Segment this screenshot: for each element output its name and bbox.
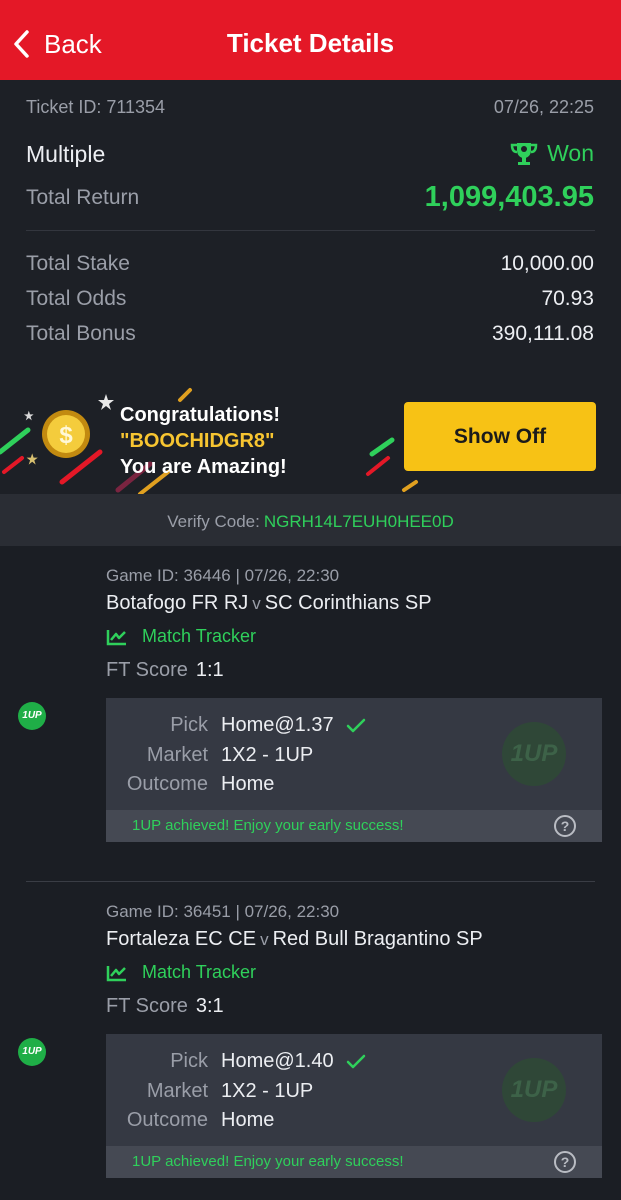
- ft-score: FT Score 1:1: [106, 659, 224, 682]
- pick-text: Home@1.40: [221, 1050, 334, 1072]
- checkmark-icon: [346, 1054, 365, 1068]
- versus-label: v: [260, 930, 269, 949]
- congrats-line1: Congratulations!: [120, 404, 280, 426]
- show-off-button[interactable]: Show Off: [404, 402, 596, 471]
- match-tracker-label: Match Tracker: [142, 962, 257, 982]
- verify-code-bar: Verify Code: NGRH14L7EUH0HEE0D: [0, 494, 621, 546]
- ft-score: FT Score 3:1: [106, 995, 224, 1018]
- status-badge: Won: [509, 140, 594, 167]
- total-odds-value: 70.93: [541, 287, 594, 310]
- total-bonus-label: Total Bonus: [26, 322, 136, 345]
- pick-details: 1UP Pick Home@1.40 Market 1X2 - 1UP Outc…: [106, 1034, 602, 1178]
- chart-line-icon: [106, 629, 126, 645]
- market-label: Market: [146, 744, 208, 766]
- trophy-icon: [510, 142, 538, 165]
- pick-details: 1UP Pick Home@1.37 Market 1X2 - 1UP Outc…: [106, 698, 602, 842]
- outcome-label: Outcome: [126, 773, 208, 795]
- 1up-watermark-icon: 1UP: [502, 1058, 566, 1122]
- status-text: Won: [547, 140, 594, 166]
- total-return-value: 1,099,403.95: [424, 181, 594, 213]
- congrats-username: "BOOCHIDGR8": [120, 430, 275, 452]
- checkmark-icon: [346, 718, 365, 732]
- away-team: Red Bull Bragantino SP: [272, 928, 483, 950]
- divider: [26, 230, 595, 231]
- pick-value: Home@1.40: [221, 1050, 366, 1073]
- bet-item: Game ID: 36446 | 07/26, 22:30 Botafogo F…: [0, 546, 621, 882]
- ticket-datetime: 07/26, 22:25: [493, 97, 594, 117]
- help-icon[interactable]: ?: [554, 1151, 576, 1173]
- chart-line-icon: [106, 965, 126, 981]
- away-team: SC Corinthians SP: [264, 592, 432, 614]
- pick-footer: 1UP achieved! Enjoy your early success! …: [106, 1146, 602, 1178]
- ft-score-value: 1:1: [195, 659, 224, 681]
- header-bar: Back Ticket Details: [0, 0, 621, 80]
- verify-code[interactable]: NGRH14L7EUH0HEE0D: [264, 512, 454, 531]
- outcome-label: Outcome: [126, 1109, 208, 1131]
- svg-text:$: $: [59, 422, 73, 449]
- versus-label: v: [252, 594, 261, 613]
- match-teams: Fortaleza EC CE v Red Bull Bragantino SP: [106, 928, 483, 951]
- outcome-value: Home: [221, 1109, 275, 1131]
- ticket-id: Ticket ID: 711354: [26, 97, 166, 117]
- home-team: Fortaleza EC CE: [106, 928, 257, 950]
- match-tracker-label: Match Tracker: [142, 626, 257, 646]
- match-tracker-link[interactable]: Match Tracker: [106, 962, 256, 983]
- pick-label: Pick: [170, 1050, 208, 1072]
- total-return-label: Total Return: [26, 186, 140, 209]
- ft-score-label: FT Score: [106, 995, 188, 1017]
- verify-label: Verify Code:: [167, 512, 260, 531]
- match-teams: Botafogo FR RJ v SC Corinthians SP: [106, 592, 432, 615]
- game-id: Game ID: 36446 | 07/26, 22:30: [106, 566, 340, 585]
- market-value: 1X2 - 1UP: [221, 1080, 314, 1102]
- total-stake-value: 10,000.00: [500, 252, 594, 275]
- market-label: Market: [146, 1080, 208, 1102]
- 1up-message: 1UP achieved! Enjoy your early success!: [132, 1153, 404, 1170]
- congrats-line3: You are Amazing!: [120, 456, 287, 478]
- match-tracker-link[interactable]: Match Tracker: [106, 626, 256, 647]
- outcome-value: Home: [221, 773, 275, 795]
- home-team: Botafogo FR RJ: [106, 592, 249, 614]
- pick-value: Home@1.37: [221, 714, 366, 737]
- page-title: Ticket Details: [226, 28, 395, 58]
- bet-item: Game ID: 36451 | 07/26, 22:30 Fortaleza …: [0, 882, 621, 1200]
- 1up-badge-icon: 1UP: [18, 702, 46, 730]
- congrats-banner: $ Congratulations! "BOOCHIDGR8" You are …: [0, 382, 621, 494]
- ft-score-value: 3:1: [195, 995, 224, 1017]
- pick-text: Home@1.37: [221, 714, 334, 736]
- ft-score-label: FT Score: [106, 659, 188, 681]
- game-id: Game ID: 36451 | 07/26, 22:30: [106, 902, 340, 921]
- total-bonus-value: 390,111.08: [492, 322, 594, 345]
- total-odds-label: Total Odds: [26, 287, 127, 310]
- bet-type: Multiple: [26, 141, 106, 167]
- 1up-watermark-icon: 1UP: [502, 722, 566, 786]
- help-icon[interactable]: ?: [554, 815, 576, 837]
- 1up-badge-icon: 1UP: [18, 1038, 46, 1066]
- 1up-message: 1UP achieved! Enjoy your early success!: [132, 817, 404, 834]
- pick-footer: 1UP achieved! Enjoy your early success! …: [106, 810, 602, 842]
- market-value: 1X2 - 1UP: [221, 744, 314, 766]
- total-stake-label: Total Stake: [26, 252, 130, 275]
- congrats-message: Congratulations! "BOOCHIDGR8" You are Am…: [120, 402, 287, 480]
- pick-label: Pick: [170, 714, 208, 736]
